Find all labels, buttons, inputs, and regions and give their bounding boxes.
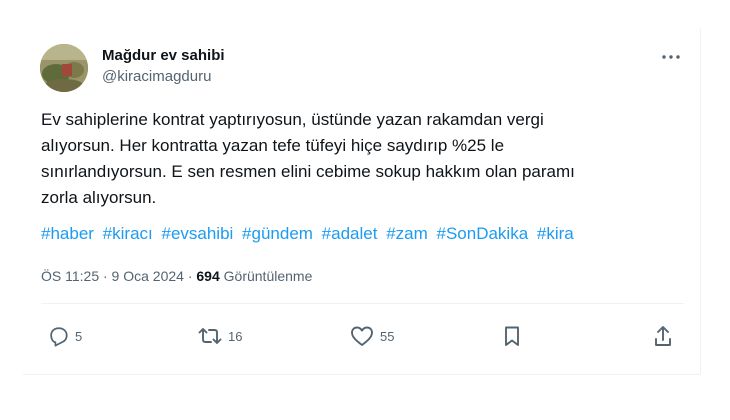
hashtag-link[interactable]: #haber	[41, 224, 94, 243]
bookmark-icon	[502, 325, 522, 347]
tweet-timestamp[interactable]: ÖS 11:25 · 9 Oca 2024 ·	[41, 268, 196, 284]
tweet-text-line: Ev sahiplerine kontrat yaptırıyosun, üst…	[41, 110, 544, 129]
tweet-meta: ÖS 11:25 · 9 Oca 2024 · 694 Görüntülenme	[41, 268, 312, 284]
reply-icon	[47, 325, 69, 347]
hashtag-link[interactable]: #gündem	[242, 224, 313, 243]
tweet-text-line: sınırlandıyorsun. E sen resmen elini ceb…	[41, 162, 575, 181]
divider	[41, 303, 684, 304]
more-icon[interactable]	[660, 48, 682, 66]
hashtag-link[interactable]: #kira	[537, 224, 574, 243]
hashtag-list: #haber #kiracı #evsahibi #gündem #adalet…	[41, 221, 578, 247]
views-count: 694	[196, 268, 220, 284]
retweet-count: 16	[228, 328, 243, 344]
bookmark-button[interactable]	[502, 324, 522, 348]
like-count: 55	[380, 328, 395, 344]
share-button[interactable]	[653, 324, 673, 348]
hashtag-link[interactable]: #evsahibi	[161, 224, 233, 243]
avatar[interactable]	[40, 44, 88, 92]
author-handle[interactable]: @kiracimagduru	[102, 68, 211, 85]
hashtag-link[interactable]: #adalet	[322, 224, 378, 243]
like-button[interactable]: 55	[350, 324, 394, 348]
reply-button[interactable]: 5	[47, 324, 82, 348]
tweet-text-line: zorla alıyorsun.	[41, 188, 157, 207]
reply-count: 5	[75, 328, 83, 344]
author-display-name[interactable]: Mağdur ev sahibi	[102, 47, 225, 64]
share-icon	[653, 325, 673, 347]
like-icon	[350, 325, 374, 347]
retweet-icon	[198, 325, 222, 347]
tweet-text-line: alıyorsun. Her kontratta yazan tefe tüfe…	[41, 136, 505, 155]
hashtag-link[interactable]: #SonDakika	[437, 224, 529, 243]
hashtag-link[interactable]: #zam	[386, 224, 428, 243]
retweet-button[interactable]: 16	[198, 324, 242, 348]
hashtag-link[interactable]: #kiracı	[103, 224, 153, 243]
tweet-text: Ev sahiplerine kontrat yaptırıyosun, üst…	[41, 107, 681, 211]
views-label: Görüntülenme	[219, 268, 313, 284]
